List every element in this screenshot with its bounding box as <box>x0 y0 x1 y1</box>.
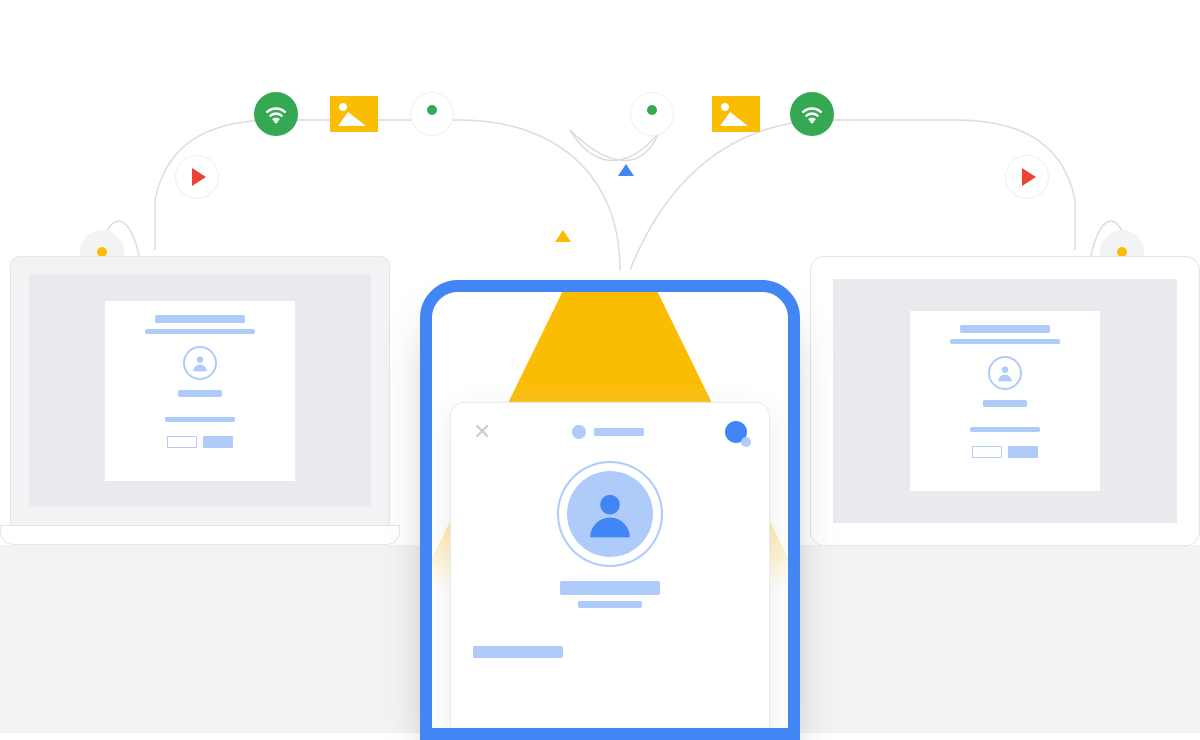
placeholder-bar <box>145 329 255 334</box>
user-presence-icon <box>410 92 454 136</box>
placeholder-bar <box>578 601 642 608</box>
primary-button <box>1008 446 1038 458</box>
placeholder-bar <box>155 315 245 323</box>
secondary-button <box>167 436 197 448</box>
cellular-icon <box>730 302 744 314</box>
primary-button <box>203 436 233 448</box>
login-dialog <box>105 301 295 481</box>
tablet-device <box>810 256 1200 546</box>
phone-device: ✕ <box>420 280 800 740</box>
avatar-icon <box>567 471 653 557</box>
login-dialog <box>910 311 1100 491</box>
placeholder-bar <box>960 325 1050 333</box>
battery-icon <box>750 303 770 314</box>
avatar-ring <box>557 461 663 567</box>
user-presence-icon <box>630 92 674 136</box>
chat-bubble-icon <box>725 421 747 443</box>
placeholder-bar <box>970 427 1040 432</box>
placeholder-bar <box>950 339 1060 344</box>
signal-icon <box>710 303 724 314</box>
secondary-button <box>972 446 1002 458</box>
close-icon: ✕ <box>473 421 491 443</box>
placeholder-bar <box>983 400 1027 407</box>
photo-icon <box>330 96 378 132</box>
sheet-title <box>572 425 644 439</box>
avatar-icon <box>183 346 217 380</box>
wifi-icon <box>254 92 298 136</box>
play-icon <box>175 155 219 199</box>
laptop-device <box>0 256 400 545</box>
status-bar <box>710 302 770 314</box>
placeholder-bar <box>473 646 563 658</box>
placeholder-bar <box>560 581 660 595</box>
arrow-up-icon <box>555 230 571 242</box>
placeholder-bar <box>178 390 222 397</box>
play-icon <box>1005 155 1049 199</box>
photo-icon <box>712 96 760 132</box>
avatar-icon <box>988 356 1022 390</box>
placeholder-bar <box>165 417 235 422</box>
account-sheet: ✕ <box>450 402 770 738</box>
arrow-up-icon <box>618 164 634 176</box>
wifi-icon <box>790 92 834 136</box>
